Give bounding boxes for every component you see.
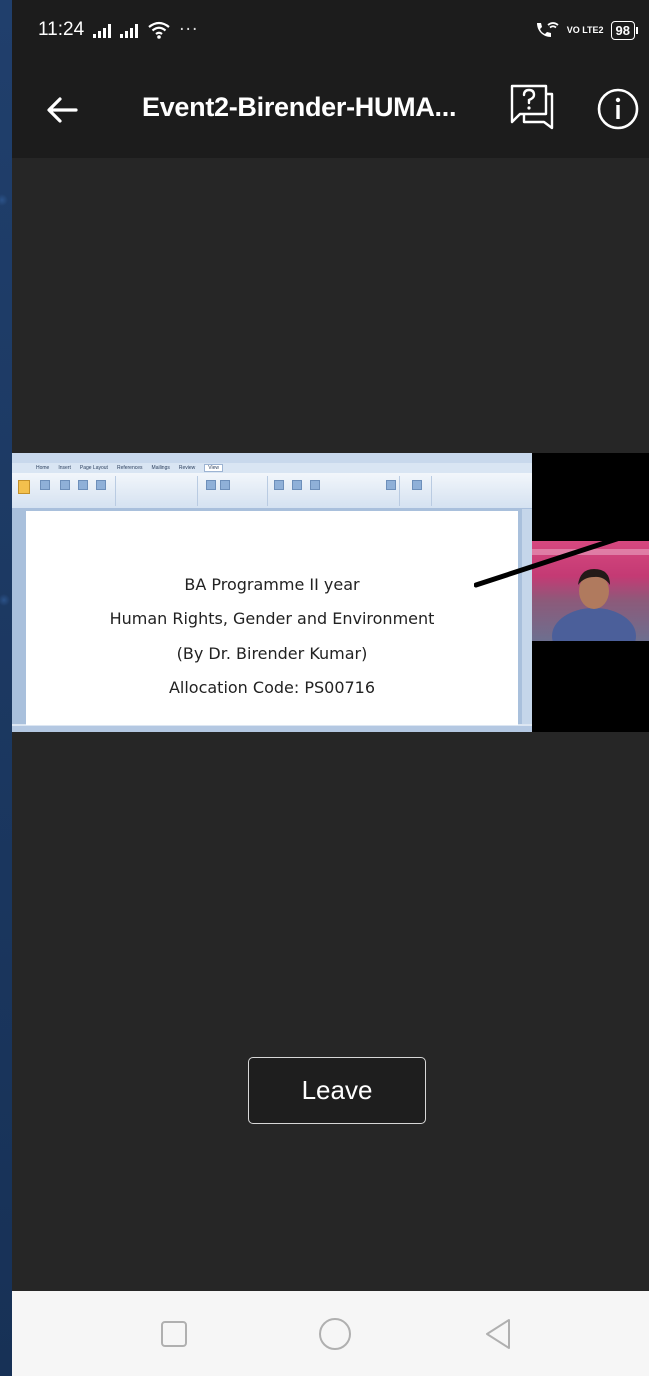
new-window-icon: [274, 480, 284, 490]
full-screen-icon: [40, 480, 50, 490]
document-line: (By Dr. Birender Kumar): [176, 644, 368, 663]
word-title-bar: [12, 453, 532, 463]
ribbon-tab: Insert: [58, 465, 71, 471]
meeting-screen: 11:24 ··· VO LTE2 98 Event2-Birender-HUM…: [12, 0, 649, 1376]
app-bar: Event2-Birender-HUMA...: [12, 60, 649, 158]
meeting-title: Event2-Birender-HUMA...: [142, 92, 457, 122]
word-ribbon: [12, 473, 532, 509]
wifi-icon: [148, 21, 170, 39]
split-icon: [310, 480, 320, 490]
ribbon-tab: Home: [36, 465, 50, 471]
signal-icon-2: [120, 22, 139, 38]
recent-apps-icon[interactable]: [157, 1317, 191, 1351]
volte-indicator: VO LTE2: [566, 24, 604, 35]
document-page: BA Programme II year Human Rights, Gende…: [26, 511, 518, 725]
leave-button[interactable]: Leave: [248, 1057, 426, 1124]
info-icon[interactable]: [596, 87, 640, 131]
home-icon[interactable]: [318, 1317, 352, 1351]
switch-windows-icon: [386, 480, 396, 490]
ribbon-tab: Page Layout: [79, 465, 108, 471]
ribbon-group: [200, 476, 268, 506]
qa-icon[interactable]: [506, 82, 556, 132]
document-line: BA Programme II year: [184, 575, 360, 594]
zoom-icon: [206, 480, 216, 490]
ribbon-tab: References: [116, 465, 143, 471]
ribbon-group: [118, 476, 198, 506]
outline-icon: [78, 480, 88, 490]
arrange-all-icon: [292, 480, 302, 490]
print-layout-icon: [18, 480, 30, 494]
battery-indicator: 98: [610, 20, 639, 40]
shared-screen: Home Insert Page Layout References Maili…: [12, 453, 532, 732]
annotation-pen-icon: [474, 531, 634, 588]
zoom-100-icon: [220, 480, 230, 490]
ribbon-group: [270, 476, 400, 506]
ribbon-group: [402, 476, 432, 506]
word-status-bar: [12, 726, 532, 732]
document-line: Human Rights, Gender and Environment: [109, 609, 435, 628]
word-ribbon-tabs: Home Insert Page Layout References Maili…: [12, 463, 532, 473]
back-nav-icon[interactable]: [481, 1317, 515, 1351]
document-line: Allocation Code: PS00716: [168, 678, 376, 697]
signal-icon: [93, 22, 112, 38]
status-time: 11:24: [38, 19, 85, 40]
back-arrow-icon[interactable]: [42, 90, 82, 130]
draft-icon: [96, 480, 106, 490]
system-nav-bar: [12, 1291, 649, 1376]
web-layout-icon: [60, 480, 70, 490]
macros-icon: [412, 480, 422, 490]
wifi-calling-icon: [536, 22, 559, 37]
ribbon-tab-active: View: [204, 464, 224, 472]
ribbon-tab: Review: [178, 465, 196, 471]
status-bar: 11:24 ··· VO LTE2 98: [12, 0, 649, 60]
ribbon-group: [14, 476, 116, 506]
ribbon-tab: Mailings: [151, 465, 170, 471]
more-notifications: ···: [179, 20, 199, 40]
